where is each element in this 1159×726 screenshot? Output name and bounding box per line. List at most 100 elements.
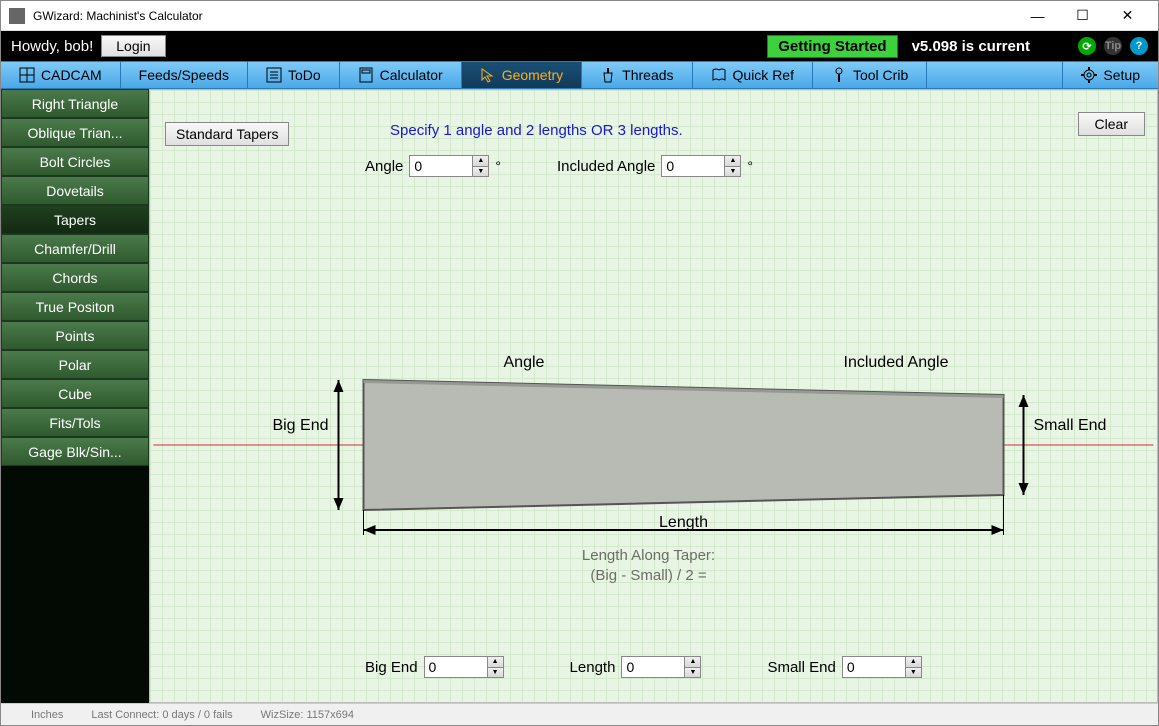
sidebar-item-label: Right Triangle xyxy=(32,96,118,112)
tab-threads[interactable]: Threads xyxy=(582,62,692,88)
sidebar-item-label: Polar xyxy=(59,357,92,373)
help-icon[interactable]: ? xyxy=(1130,37,1148,55)
big-end-spinner[interactable]: ▲▼ xyxy=(424,656,504,678)
sidebar-item-dovetails[interactable]: Dovetails xyxy=(1,176,149,205)
sidebar-item-fits-tols[interactable]: Fits/Tols xyxy=(1,408,149,437)
included-down[interactable]: ▼ xyxy=(725,167,740,177)
sidebar: Right Triangle Oblique Trian... Bolt Cir… xyxy=(1,89,149,703)
angle-up[interactable]: ▲ xyxy=(473,156,488,167)
grid-icon xyxy=(19,67,35,83)
version-label: v5.098 is current xyxy=(912,38,1030,55)
sidebar-item-points[interactable]: Points xyxy=(1,321,149,350)
included-angle-input[interactable] xyxy=(662,156,724,176)
degree-symbol: ° xyxy=(747,158,753,174)
length-label: Length xyxy=(570,659,616,676)
clear-button[interactable]: Clear xyxy=(1078,112,1145,136)
sidebar-item-label: Fits/Tols xyxy=(49,415,100,431)
big-end-label: Big End xyxy=(365,659,418,676)
close-button[interactable]: ✕ xyxy=(1105,2,1150,30)
tab-bar: CADCAM Feeds/Speeds ToDo Calculator Geom… xyxy=(1,61,1158,89)
greeting-label: Howdy, bob! xyxy=(11,38,93,55)
refresh-icon[interactable]: ⟳ xyxy=(1078,37,1096,55)
big-end-down[interactable]: ▼ xyxy=(488,668,503,678)
tab-setup[interactable]: Setup xyxy=(1062,62,1158,88)
tab-label: Threads xyxy=(622,67,673,83)
window-title: GWizard: Machinist's Calculator xyxy=(33,9,1015,23)
status-units: Inches xyxy=(31,709,63,721)
sidebar-item-right-triangle[interactable]: Right Triangle xyxy=(1,89,149,118)
angle-fields-row: Angle ▲▼ ° Included Angle ▲▼ ° xyxy=(365,155,753,177)
sidebar-item-chords[interactable]: Chords xyxy=(1,263,149,292)
length-down[interactable]: ▼ xyxy=(685,668,700,678)
tab-quick-ref[interactable]: Quick Ref xyxy=(693,62,813,88)
diagram-calc-label: (Big - Small) / 2 = xyxy=(590,567,707,584)
window-controls: — ☐ ✕ xyxy=(1015,2,1150,30)
tab-label: Setup xyxy=(1103,67,1140,83)
tab-calculator[interactable]: Calculator xyxy=(340,62,462,88)
small-end-spinner[interactable]: ▲▼ xyxy=(842,656,922,678)
diagram-angle-label: Angle xyxy=(504,354,545,371)
length-spinner[interactable]: ▲▼ xyxy=(621,656,701,678)
angle-down[interactable]: ▼ xyxy=(473,167,488,177)
angle-spinner[interactable]: ▲▼ xyxy=(409,155,489,177)
sidebar-item-bolt-circles[interactable]: Bolt Circles xyxy=(1,147,149,176)
sidebar-item-polar[interactable]: Polar xyxy=(1,350,149,379)
title-bar: GWizard: Machinist's Calculator — ☐ ✕ xyxy=(1,1,1158,31)
standard-tapers-button[interactable]: Standard Tapers xyxy=(165,122,289,146)
gear-icon xyxy=(1081,67,1097,83)
angle-input[interactable] xyxy=(410,156,472,176)
content-pane: Standard Tapers Specify 1 angle and 2 le… xyxy=(149,89,1158,703)
tab-tool-crib[interactable]: Tool Crib xyxy=(813,62,927,88)
tab-label: ToDo xyxy=(288,67,321,83)
sidebar-item-label: Points xyxy=(56,328,95,344)
sidebar-item-label: Bolt Circles xyxy=(40,154,111,170)
instructions-label: Specify 1 angle and 2 lengths OR 3 lengt… xyxy=(390,122,683,139)
tab-geometry[interactable]: Geometry xyxy=(462,62,582,88)
big-end-up[interactable]: ▲ xyxy=(488,657,503,668)
calculator-icon xyxy=(358,67,374,83)
sidebar-item-cube[interactable]: Cube xyxy=(1,379,149,408)
sidebar-item-label: True Positon xyxy=(36,299,115,315)
small-end-input[interactable] xyxy=(843,657,905,677)
included-angle-spinner[interactable]: ▲▼ xyxy=(661,155,741,177)
sidebar-item-oblique-triangle[interactable]: Oblique Trian... xyxy=(1,118,149,147)
degree-symbol: ° xyxy=(495,158,501,174)
sidebar-item-label: Dovetails xyxy=(46,183,104,199)
tool-icon xyxy=(831,67,847,83)
diagram-bigend-label: Big End xyxy=(272,417,328,434)
taper-diagram: Angle Included Angle Big End Small End L… xyxy=(150,285,1157,595)
sidebar-item-label: Tapers xyxy=(54,212,96,228)
app-icon xyxy=(9,8,25,24)
sidebar-item-label: Gage Blk/Sin... xyxy=(28,444,121,460)
sidebar-item-chamfer-drill[interactable]: Chamfer/Drill xyxy=(1,234,149,263)
tab-label: Geometry xyxy=(502,67,563,83)
tab-cadcam[interactable]: CADCAM xyxy=(1,62,121,88)
sidebar-filler xyxy=(1,466,149,703)
list-icon xyxy=(266,67,282,83)
login-button[interactable]: Login xyxy=(101,35,165,57)
sidebar-item-gage-blk[interactable]: Gage Blk/Sin... xyxy=(1,437,149,466)
tip-icon[interactable]: Tip xyxy=(1104,37,1122,55)
length-input[interactable] xyxy=(622,657,684,677)
sidebar-item-true-position[interactable]: True Positon xyxy=(1,292,149,321)
bottom-fields-row: Big End ▲▼ Length ▲▼ Small End ▲▼ xyxy=(365,656,1117,678)
status-bar: Inches Last Connect: 0 days / 0 fails Wi… xyxy=(1,703,1158,725)
sidebar-item-label: Cube xyxy=(58,386,91,402)
small-end-up[interactable]: ▲ xyxy=(906,657,921,668)
sidebar-item-label: Chamfer/Drill xyxy=(34,241,116,257)
big-end-input[interactable] xyxy=(425,657,487,677)
minimize-button[interactable]: — xyxy=(1015,2,1060,30)
small-end-down[interactable]: ▼ xyxy=(906,668,921,678)
sidebar-item-label: Oblique Trian... xyxy=(28,125,123,141)
included-up[interactable]: ▲ xyxy=(725,156,740,167)
tab-todo[interactable]: ToDo xyxy=(248,62,340,88)
tab-feeds-speeds[interactable]: Feeds/Speeds xyxy=(121,62,248,88)
maximize-button[interactable]: ☐ xyxy=(1060,2,1105,30)
sidebar-item-tapers[interactable]: Tapers xyxy=(1,205,149,234)
status-wizsize: WizSize: 1157x694 xyxy=(261,709,354,721)
cursor-icon xyxy=(480,67,496,83)
length-up[interactable]: ▲ xyxy=(685,657,700,668)
sidebar-item-label: Chords xyxy=(52,270,97,286)
getting-started-button[interactable]: Getting Started xyxy=(767,35,897,58)
thread-icon xyxy=(600,67,616,83)
